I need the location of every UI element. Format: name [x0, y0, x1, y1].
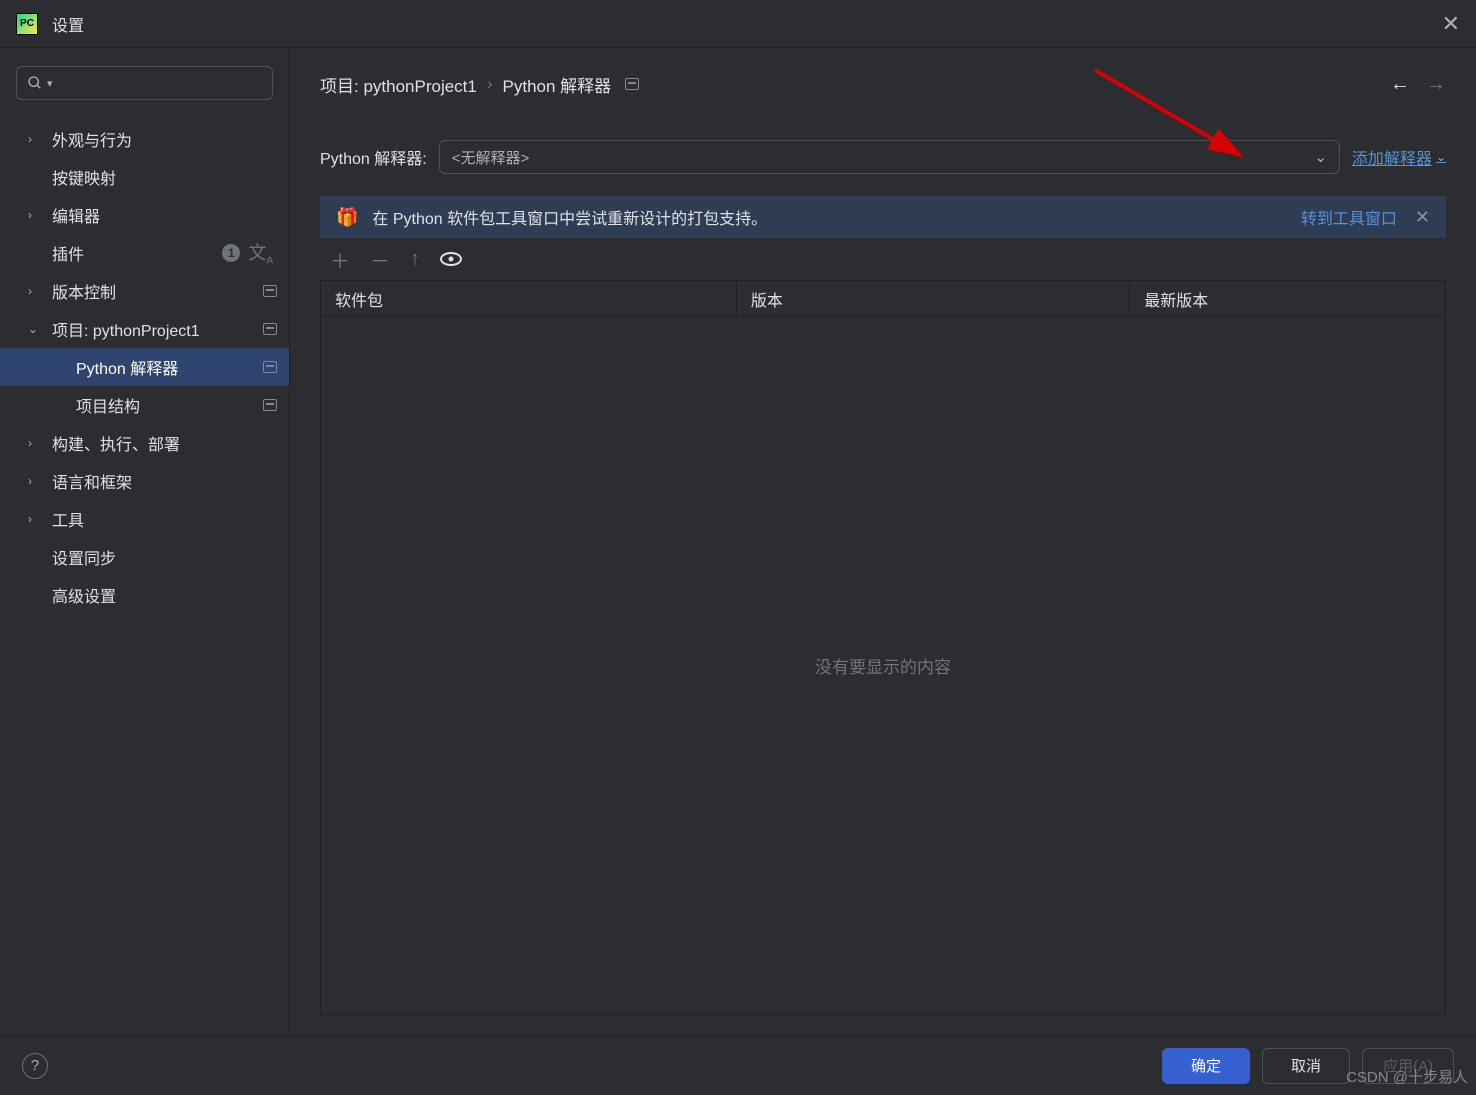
language-icon: 文A — [248, 239, 273, 267]
project-scope-icon — [625, 78, 639, 90]
sidebar-item-label: 按键映射 — [52, 165, 116, 189]
plugin-count-badge: 1 — [222, 244, 240, 262]
forward-arrow-icon[interactable]: → — [1426, 73, 1446, 96]
close-icon[interactable]: ✕ — [1442, 11, 1460, 37]
sidebar-item-label: Python 解释器 — [76, 355, 178, 379]
banner-close-icon[interactable]: ✕ — [1415, 207, 1430, 228]
help-button[interactable]: ? — [22, 1053, 48, 1079]
chevron-right-icon: › — [28, 132, 42, 146]
search-icon — [27, 75, 43, 91]
package-toolbar: ＋ － ↑ — [320, 238, 1446, 280]
watermark: CSDN @十步易人 — [1346, 1066, 1468, 1087]
show-early-releases-icon[interactable] — [440, 252, 462, 266]
project-scope-icon — [263, 323, 277, 335]
app-icon: PC — [16, 13, 38, 35]
sidebar-item-label: 高级设置 — [52, 583, 116, 607]
ok-button[interactable]: 确定 — [1162, 1048, 1250, 1084]
interpreter-select[interactable]: <无解释器> ⌄ — [439, 140, 1340, 174]
sidebar-item-label: 插件 — [52, 241, 84, 265]
gift-icon: 🎁 — [336, 207, 358, 228]
sidebar-item-project[interactable]: ⌄ 项目: pythonProject1 — [0, 310, 289, 348]
sidebar-item-label: 语言和框架 — [52, 469, 132, 493]
settings-content: 项目: pythonProject1 › Python 解释器 ← → Pyth… — [290, 48, 1476, 1035]
sidebar-item-label: 编辑器 — [52, 203, 100, 227]
sidebar-item-vcs[interactable]: › 版本控制 — [0, 272, 289, 310]
nav-arrows: ← → — [1390, 73, 1446, 96]
sidebar-item-label: 版本控制 — [52, 279, 116, 303]
chevron-right-icon: › — [28, 208, 42, 222]
info-banner: 🎁 在 Python 软件包工具窗口中尝试重新设计的打包支持。 转到工具窗口 ✕ — [320, 196, 1446, 238]
sidebar-item-tools[interactable]: › 工具 — [0, 500, 289, 538]
sidebar-item-label: 外观与行为 — [52, 127, 132, 151]
breadcrumb: 项目: pythonProject1 › Python 解释器 ← → — [320, 68, 1446, 100]
column-header-latest[interactable]: 最新版本 — [1130, 281, 1445, 316]
sidebar-item-languages[interactable]: › 语言和框架 — [0, 462, 289, 500]
search-caret-icon: ▾ — [47, 77, 53, 90]
breadcrumb-part: Python 解释器 — [503, 72, 612, 97]
remove-package-icon[interactable]: － — [370, 245, 390, 274]
interpreter-value: <无解释器> — [452, 147, 530, 168]
table-empty-message: 没有要显示的内容 — [321, 317, 1445, 1014]
column-header-name[interactable]: 软件包 — [321, 281, 737, 316]
sidebar-item-advanced[interactable]: 高级设置 — [0, 576, 289, 614]
sidebar-item-plugins[interactable]: 插件 1 文A — [0, 234, 289, 272]
sidebar-item-settings-sync[interactable]: 设置同步 — [0, 538, 289, 576]
project-scope-icon — [263, 285, 277, 297]
sidebar-item-label: 工具 — [52, 507, 84, 531]
interpreter-label: Python 解释器: — [320, 145, 427, 169]
table-header: 软件包 版本 最新版本 — [321, 281, 1445, 317]
add-package-icon[interactable]: ＋ — [330, 245, 350, 274]
breadcrumb-part[interactable]: 项目: pythonProject1 — [320, 72, 477, 97]
add-interpreter-link[interactable]: 添加解释器 ⌄ — [1352, 145, 1446, 169]
banner-text: 在 Python 软件包工具窗口中尝试重新设计的打包支持。 — [372, 205, 767, 229]
sidebar-item-label: 设置同步 — [52, 545, 116, 569]
settings-tree: › 外观与行为 按键映射 › 编辑器 插件 1 文A › 版本控制 ⌄ 项目: python… — [0, 114, 289, 614]
settings-sidebar: ▾ › 外观与行为 按键映射 › 编辑器 插件 1 文A › 版本控制 ⌄ 项目: pyth… — [0, 48, 290, 1035]
chevron-right-icon: › — [28, 474, 42, 488]
column-header-version[interactable]: 版本 — [737, 281, 1130, 316]
sidebar-item-keymap[interactable]: 按键映射 — [0, 158, 289, 196]
chevron-down-icon: ⌄ — [1436, 150, 1446, 164]
sidebar-item-build[interactable]: › 构建、执行、部署 — [0, 424, 289, 462]
window-title: 设置 — [52, 12, 84, 36]
sidebar-item-appearance[interactable]: › 外观与行为 — [0, 120, 289, 158]
banner-goto-link[interactable]: 转到工具窗口 — [1301, 205, 1397, 229]
sidebar-item-project-structure[interactable]: 项目结构 — [0, 386, 289, 424]
chevron-right-icon: › — [28, 436, 42, 450]
sidebar-item-python-interpreter[interactable]: Python 解释器 — [0, 348, 289, 386]
chevron-right-icon: › — [28, 284, 42, 298]
titlebar: PC 设置 ✕ — [0, 0, 1476, 48]
chevron-down-icon: ⌄ — [28, 322, 42, 336]
package-table: 软件包 版本 最新版本 没有要显示的内容 — [320, 280, 1446, 1015]
chevron-right-icon: › — [487, 74, 493, 94]
sidebar-item-label: 构建、执行、部署 — [52, 431, 180, 455]
sidebar-item-editor[interactable]: › 编辑器 — [0, 196, 289, 234]
upgrade-package-icon[interactable]: ↑ — [410, 248, 420, 271]
cancel-button[interactable]: 取消 — [1262, 1048, 1350, 1084]
dialog-footer: ? 确定 取消 应用(A) — [0, 1035, 1476, 1095]
project-scope-icon — [263, 361, 277, 373]
chevron-down-icon: ⌄ — [1314, 148, 1327, 166]
sidebar-item-label: 项目: pythonProject1 — [52, 317, 200, 341]
chevron-right-icon: › — [28, 512, 42, 526]
project-scope-icon — [263, 399, 277, 411]
sidebar-item-label: 项目结构 — [76, 393, 140, 417]
back-arrow-icon[interactable]: ← — [1390, 73, 1410, 96]
search-input[interactable]: ▾ — [16, 66, 273, 100]
